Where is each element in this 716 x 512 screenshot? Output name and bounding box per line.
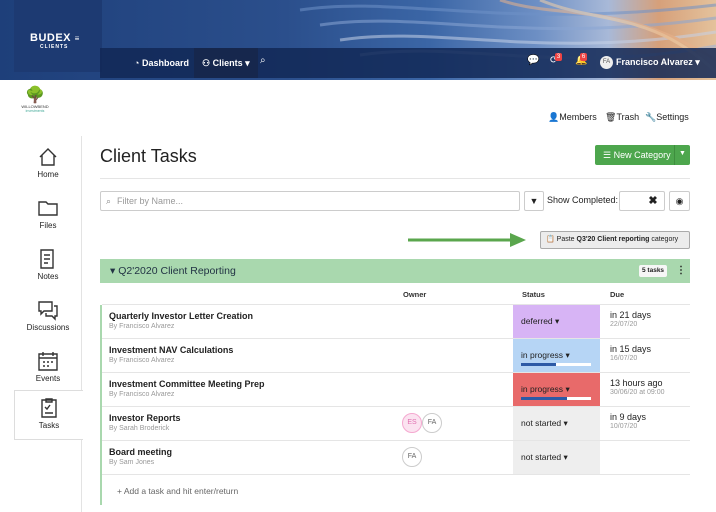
task-author: By Francisco Alvarez: [109, 323, 175, 330]
task-author: By Sarah Broderick: [109, 425, 170, 432]
rss-icon: ◉: [675, 196, 684, 206]
trash-icon: 🗑: [605, 112, 617, 122]
owner-avatar[interactable]: FA: [422, 413, 442, 433]
status-dropdown[interactable]: not started ▾: [513, 407, 600, 440]
status-dropdown[interactable]: not started ▾: [513, 441, 600, 474]
due-date: in 21 days 22/07/20: [610, 310, 652, 328]
filter-input[interactable]: ⌕ Filter by Name...: [100, 191, 520, 211]
bell-badge: 6: [580, 53, 587, 61]
column-due: Due: [610, 290, 625, 299]
task-author: By Francisco Alvarez: [109, 357, 175, 364]
chevron-down-icon: ▾: [245, 58, 250, 68]
budex-logo[interactable]: BUDEX ≡ CLIENTS: [30, 32, 80, 50]
filter-icon: ▼: [529, 196, 539, 206]
search-icon: ⌕: [106, 196, 112, 206]
dashboard-icon: ◔: [134, 58, 140, 68]
search-icon[interactable]: ⌕: [260, 55, 266, 66]
members-link[interactable]: 👤Members: [548, 112, 597, 123]
nav-dashboard[interactable]: ◔ Dashboard: [126, 48, 197, 78]
trash-link[interactable]: 🗑Trash: [605, 112, 639, 123]
chevron-down-icon: ▾: [565, 384, 570, 394]
list-icon: ☰: [603, 150, 612, 160]
nav-clients[interactable]: ⚇ Clients ▾: [194, 48, 258, 78]
user-avatar[interactable]: FA: [600, 56, 613, 69]
refresh-badge: 3: [555, 53, 562, 61]
chevron-down-icon[interactable]: ▾: [110, 265, 115, 277]
show-completed-toggle[interactable]: ✖: [619, 191, 665, 211]
org-logo[interactable]: 🌳 WILLOWBEND investments: [20, 88, 50, 116]
category-header[interactable]: ▾ Q2'2020 Client Reporting 5 tasks ⋮: [100, 259, 690, 283]
sidebar-item-events[interactable]: Events: [14, 344, 82, 394]
due-date: in 15 days 16/07/20: [610, 344, 652, 362]
wrench-icon: 🔧: [645, 112, 657, 122]
task-name[interactable]: Quarterly Investor Letter Creation: [109, 311, 253, 321]
chat-icon[interactable]: 💬: [527, 55, 539, 66]
progress-bar: [521, 397, 591, 400]
sidebar-item-home[interactable]: Home: [14, 140, 82, 190]
sidebar-item-tasks[interactable]: Tasks: [14, 390, 83, 440]
chevron-down-icon: ▾: [565, 350, 570, 360]
chevron-down-icon: ▾: [563, 418, 568, 428]
task-row[interactable]: Investment NAV Calculations By Francisco…: [102, 338, 690, 372]
home-icon: [39, 148, 57, 166]
user-icon: 👤: [548, 112, 560, 122]
task-row[interactable]: Quarterly Investor Letter Creation By Fr…: [102, 304, 690, 338]
chevron-down-icon: ▾: [563, 452, 568, 462]
close-icon: ✖: [648, 195, 658, 207]
user-menu[interactable]: Francisco Alvarez ▾: [616, 57, 700, 68]
column-owner: Owner: [403, 290, 427, 299]
due-date: 13 hours ago 30/06/20 at 09:00: [610, 378, 665, 396]
folder-icon: [38, 201, 58, 216]
discussions-icon: [38, 301, 58, 321]
rss-button[interactable]: ◉: [669, 191, 690, 211]
task-author: By Francisco Alvarez: [109, 391, 175, 398]
sitemap-icon: ⚇: [202, 58, 211, 68]
paste-icon: 📋: [546, 236, 555, 243]
status-dropdown[interactable]: deferred ▾: [513, 305, 600, 338]
show-completed-label: Show Completed:: [547, 195, 619, 205]
calendar-icon: [38, 352, 58, 371]
filter-button[interactable]: ▼: [524, 191, 544, 211]
status-dropdown[interactable]: in progress ▾: [513, 339, 600, 372]
task-name[interactable]: Investor Reports: [109, 413, 181, 423]
tasks-icon: [41, 398, 57, 418]
page-title: Client Tasks: [100, 146, 197, 166]
sidebar-item-notes[interactable]: Notes: [14, 242, 82, 292]
task-name[interactable]: Investment NAV Calculations: [109, 345, 233, 355]
due-date: in 9 days 10/07/20: [610, 412, 647, 430]
task-author: By Sam Jones: [109, 459, 155, 466]
more-options-icon[interactable]: ⋮: [676, 265, 686, 276]
settings-link[interactable]: 🔧Settings: [645, 112, 689, 123]
task-name[interactable]: Investment Committee Meeting Prep: [109, 379, 265, 389]
new-category-button[interactable]: ☰ New Category ▼: [595, 145, 690, 165]
owner-avatar[interactable]: ES: [402, 413, 422, 433]
progress-bar: [521, 363, 591, 366]
owner-avatar[interactable]: FA: [402, 447, 422, 467]
task-row[interactable]: Investment Committee Meeting Prep By Fra…: [102, 372, 690, 406]
tree-icon: 🌳: [25, 87, 45, 104]
paste-category-button[interactable]: 📋 Paste Q3'20 Client reporting category: [540, 231, 690, 249]
notes-icon: [40, 249, 54, 269]
chevron-down-icon: ▾: [695, 57, 700, 67]
column-status: Status: [522, 290, 545, 299]
task-row[interactable]: Board meeting By Sam Jones FA not starte…: [102, 440, 690, 474]
task-name[interactable]: Board meeting: [109, 447, 172, 457]
task-row[interactable]: Investor Reports By Sarah Broderick ES FA…: [102, 406, 690, 440]
add-task-input[interactable]: + Add a task and hit enter/return: [102, 474, 690, 504]
chevron-down-icon[interactable]: ▼: [679, 150, 686, 157]
divider: [100, 178, 690, 179]
chevron-down-icon: ▾: [555, 316, 560, 326]
sidebar-item-files[interactable]: Files: [14, 191, 82, 241]
status-dropdown[interactable]: in progress ▾: [513, 373, 600, 406]
arrow-icon: [408, 233, 526, 247]
sidebar-item-discussions[interactable]: Discussions: [14, 293, 82, 343]
tasks-count-badge: 5 tasks: [639, 265, 668, 277]
